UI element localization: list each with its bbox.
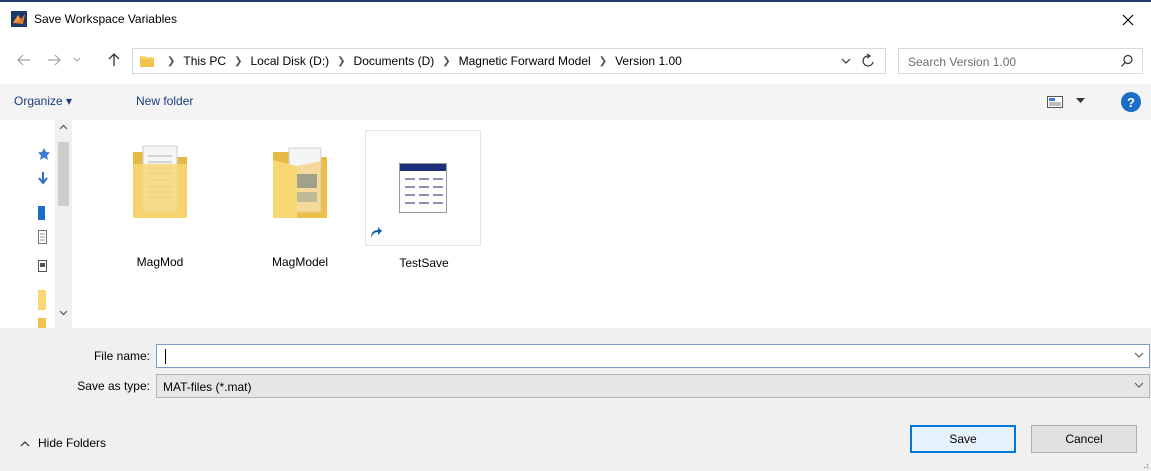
- breadcrumb-separator-icon[interactable]: ❯: [333, 56, 349, 67]
- new-folder-button[interactable]: New folder: [136, 94, 193, 108]
- folder-icon[interactable]: [38, 318, 47, 328]
- help-icon[interactable]: ?: [1121, 92, 1141, 112]
- hide-folders-button[interactable]: Hide Folders: [20, 436, 106, 450]
- shortcut-arrow-icon: [368, 225, 383, 240]
- search-input[interactable]: Search Version 1.00: [898, 48, 1143, 74]
- navigation-pane: [0, 120, 72, 328]
- list-item[interactable]: MagModel: [242, 130, 358, 269]
- file-list: MagMod MagModel TestSave: [72, 120, 1151, 328]
- close-icon: [1122, 14, 1134, 26]
- search-placeholder: Search Version 1.00: [908, 55, 1017, 69]
- list-item[interactable]: MagMod: [102, 130, 218, 269]
- documents-icon[interactable]: [38, 230, 47, 244]
- chevron-down-icon: [1134, 382, 1144, 388]
- arrow-up-icon: [108, 53, 120, 66]
- breadcrumb-separator-icon[interactable]: ❯: [230, 56, 246, 67]
- mat-file-icon: [399, 163, 447, 213]
- cancel-button[interactable]: Cancel: [1031, 425, 1137, 453]
- file-name: MagMod: [136, 255, 184, 269]
- close-button[interactable]: [1105, 2, 1151, 38]
- chevron-down-icon[interactable]: [1134, 352, 1144, 359]
- hide-folders-label: Hide Folders: [38, 436, 107, 450]
- up-button[interactable]: [104, 50, 124, 70]
- downloads-icon[interactable]: [38, 172, 48, 186]
- folder-icon: [140, 56, 154, 67]
- search-icon: [1121, 54, 1133, 67]
- save-type-value: MAT-files (*.mat): [163, 380, 252, 394]
- breadcrumb-separator-icon[interactable]: ❯: [438, 56, 454, 67]
- chevron-up-icon: [59, 124, 68, 130]
- breadcrumb-item[interactable]: Version 1.00: [611, 54, 686, 68]
- file-name-input[interactable]: [156, 344, 1150, 368]
- chevron-down-icon: [73, 57, 81, 62]
- text-caret: [165, 349, 166, 364]
- address-bar[interactable]: ❯ This PC ❯ Local Disk (D:) ❯ Documents …: [132, 48, 886, 74]
- scroll-down-button[interactable]: [55, 310, 72, 324]
- breadcrumb-separator-icon[interactable]: ❯: [595, 56, 611, 67]
- scroll-up-button[interactable]: [55, 124, 72, 138]
- address-row: ❯ This PC ❯ Local Disk (D:) ❯ Documents …: [0, 40, 1151, 80]
- save-button[interactable]: Save: [910, 425, 1016, 453]
- file-name: MagModel: [271, 255, 329, 269]
- desktop-icon[interactable]: [38, 206, 48, 220]
- quick-access-pin-icon[interactable]: [38, 148, 50, 160]
- folder-icon: [133, 145, 187, 218]
- chevron-down-icon: [59, 310, 68, 316]
- breadcrumb-item[interactable]: Local Disk (D:): [246, 54, 333, 68]
- refresh-icon[interactable]: [861, 52, 877, 70]
- breadcrumb-item[interactable]: Documents (D): [350, 54, 439, 68]
- folder-icon: [273, 147, 327, 218]
- save-type-label: Save as type:: [77, 379, 150, 393]
- recent-locations-button[interactable]: [70, 50, 84, 70]
- breadcrumb-item[interactable]: Magnetic Forward Model: [455, 54, 595, 68]
- list-item[interactable]: TestSave: [365, 130, 481, 270]
- chevron-up-icon: [20, 440, 30, 446]
- title-bar: Save Workspace Variables: [0, 2, 1151, 40]
- forward-button[interactable]: [44, 50, 64, 70]
- file-name: TestSave: [399, 256, 449, 270]
- address-history-dropdown-icon[interactable]: [840, 54, 852, 68]
- view-dropdown-icon[interactable]: [1076, 98, 1085, 104]
- command-bar: Organize ▾ New folder ?: [0, 84, 1151, 120]
- window-title: Save Workspace Variables: [34, 12, 177, 26]
- scrollbar-thumb[interactable]: [58, 142, 69, 206]
- folder-icon[interactable]: [38, 290, 47, 310]
- breadcrumb-item[interactable]: This PC: [179, 54, 230, 68]
- save-options-panel: File name: Save as type: MAT-files (*.ma…: [0, 328, 1151, 471]
- matlab-icon: [11, 11, 27, 27]
- resize-grip-icon[interactable]: [1141, 461, 1149, 469]
- breadcrumb: ❯ This PC ❯ Local Disk (D:) ❯ Documents …: [163, 49, 686, 73]
- pictures-icon[interactable]: [38, 260, 47, 272]
- view-options-icon[interactable]: [1047, 96, 1063, 108]
- organize-button[interactable]: Organize ▾: [14, 94, 72, 108]
- breadcrumb-separator-icon: ❯: [167, 55, 176, 67]
- file-name-label: File name:: [93, 349, 150, 363]
- back-button[interactable]: [14, 50, 34, 70]
- arrow-right-icon: [48, 54, 61, 66]
- navigation-scrollbar[interactable]: [55, 120, 72, 328]
- save-type-select[interactable]: MAT-files (*.mat): [156, 374, 1150, 398]
- arrow-left-icon: [17, 54, 30, 66]
